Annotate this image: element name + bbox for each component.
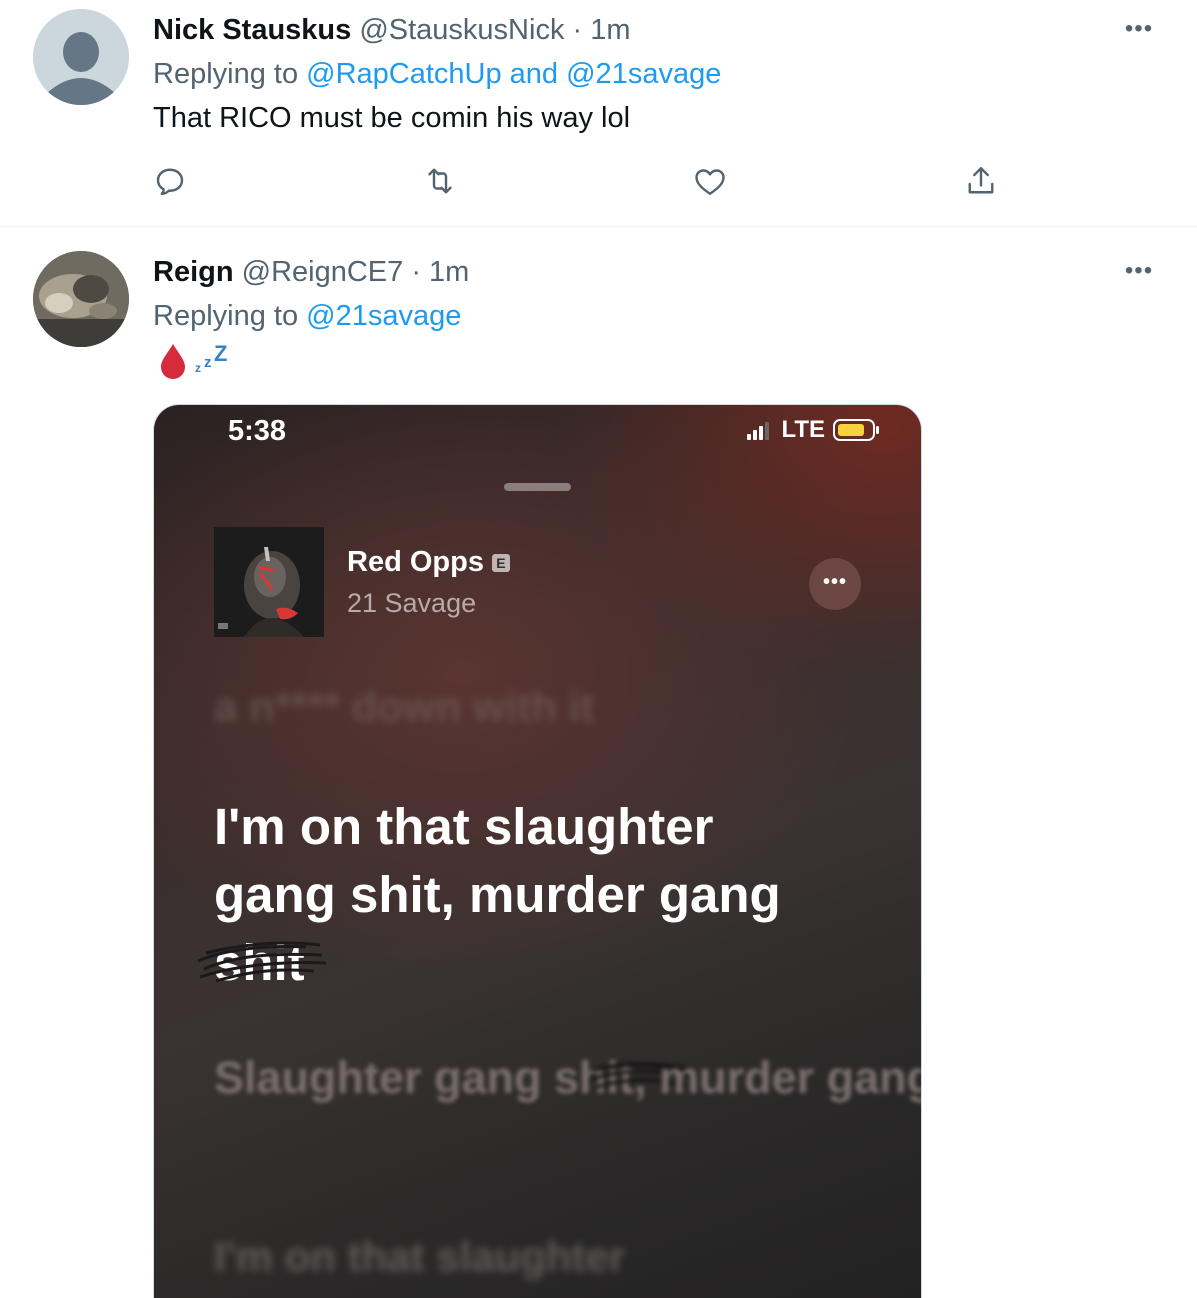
svg-text:z: z bbox=[195, 361, 201, 374]
lyric-next-line-2-text: murder gang shit bbox=[659, 1052, 921, 1103]
default-user-icon bbox=[33, 9, 129, 105]
lyric-current-line-3: shit bbox=[197, 929, 327, 997]
user-avatar-reign[interactable] bbox=[33, 251, 129, 347]
separator-dot: · bbox=[411, 256, 421, 288]
user-handle[interactable]: @StauskusNick bbox=[359, 14, 564, 46]
lyric-line-next: Slaughter gang shit, murder gang shit bbox=[214, 1047, 921, 1108]
reply-icon bbox=[156, 168, 184, 195]
lyric-current-line-1: I'm on that slaughter bbox=[214, 798, 714, 855]
display-name[interactable]: Nick Stauskus bbox=[153, 14, 351, 46]
default-avatar[interactable] bbox=[33, 9, 129, 105]
scribble-censor-mark bbox=[197, 941, 327, 983]
svg-text:z: z bbox=[204, 354, 212, 371]
status-bar-time: 5:38 bbox=[228, 415, 287, 447]
reply-button[interactable] bbox=[152, 163, 192, 203]
lyric-line-current: I'm on that slaughter gang shit, murder … bbox=[197, 793, 781, 997]
lyric-line-previous: a n**** down with it bbox=[214, 683, 595, 730]
song-title: Red Opps E bbox=[347, 546, 510, 579]
tweet-text: That RICO must be comin his way lol bbox=[153, 102, 631, 134]
song-more-button[interactable]: ••• bbox=[809, 558, 861, 610]
more-icon: ••• bbox=[1124, 257, 1154, 284]
sheet-grabber[interactable] bbox=[504, 483, 571, 491]
user-handle[interactable]: @ReignCE7 bbox=[242, 256, 404, 288]
more-icon: ••• bbox=[1124, 15, 1154, 42]
tweet-nick-stauskus[interactable]: Nick Stauskus @StauskusNick · 1m ••• Rep… bbox=[0, 0, 1197, 227]
replying-prefix: Replying to bbox=[153, 58, 299, 90]
lyric-next-line-1: Slaughter gang shit, bbox=[214, 1047, 698, 1108]
sleeping-zzz-emoji: z z Z bbox=[195, 342, 227, 374]
lyric-next-line-2: murder gang shit bbox=[659, 1047, 921, 1108]
like-button[interactable] bbox=[692, 163, 732, 203]
lyric-next-line-1-text: Slaughter gang shit, bbox=[214, 1052, 647, 1103]
lyric-line-after: I'm on that slaughter bbox=[214, 1233, 626, 1280]
status-bar-right: LTE bbox=[747, 416, 881, 443]
retweet-icon bbox=[428, 168, 452, 194]
album-art bbox=[214, 527, 324, 637]
tweet-actions bbox=[0, 163, 1197, 203]
svg-text:Z: Z bbox=[214, 342, 227, 366]
timestamp[interactable]: 1m bbox=[590, 14, 630, 46]
explicit-badge: E bbox=[491, 554, 510, 573]
song-title-text: Red Opps bbox=[347, 546, 484, 578]
lyric-current-line-2: gang shit, murder gang bbox=[214, 866, 781, 923]
album-cover-image bbox=[214, 527, 324, 637]
tweet-header: Nick Stauskus @StauskusNick · 1m bbox=[153, 12, 631, 48]
share-button[interactable] bbox=[963, 163, 1003, 203]
more-options-button[interactable]: ••• bbox=[1119, 259, 1159, 283]
separator-dot: · bbox=[572, 14, 583, 46]
replying-to: Replying to @RapCatchUp and @21savage bbox=[153, 56, 721, 92]
tweet-header: Reign @ReignCE7 · 1m bbox=[153, 254, 469, 290]
replying-targets-link[interactable]: @RapCatchUp and @21savage bbox=[306, 58, 721, 90]
network-label: LTE bbox=[781, 416, 825, 443]
more-options-button[interactable]: ••• bbox=[1119, 17, 1159, 41]
timestamp[interactable]: 1m bbox=[429, 256, 469, 288]
battery-icon bbox=[833, 419, 879, 441]
display-name[interactable]: Reign bbox=[153, 256, 234, 288]
share-icon bbox=[968, 167, 994, 194]
blood-drop-emoji bbox=[161, 344, 185, 379]
retweet-button[interactable] bbox=[422, 163, 462, 203]
replying-target-link[interactable]: @21savage bbox=[306, 300, 461, 332]
signal-icon bbox=[747, 422, 770, 440]
replying-prefix: Replying to bbox=[153, 300, 299, 332]
replying-to: Replying to @21savage bbox=[153, 298, 461, 334]
more-icon: ••• bbox=[822, 571, 847, 593]
tweet-media-image[interactable]: 5:38 LTE Red Opps E 21 Savage ••• a n***… bbox=[153, 404, 922, 1298]
like-icon bbox=[695, 169, 725, 195]
dog-photo-avatar bbox=[33, 251, 129, 347]
song-artist: 21 Savage bbox=[347, 588, 477, 618]
